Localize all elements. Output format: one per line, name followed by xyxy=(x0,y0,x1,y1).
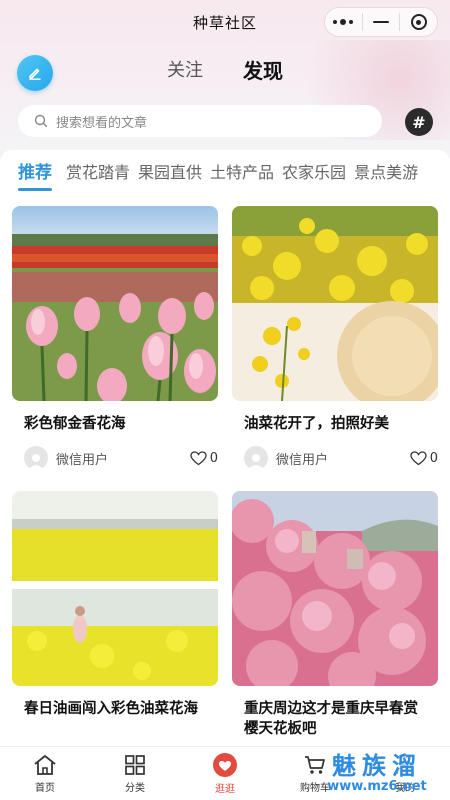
home-icon xyxy=(34,754,56,775)
post-image-cherry-blossom-hill xyxy=(232,491,438,686)
more-dots-icon xyxy=(333,19,354,25)
close-button[interactable] xyxy=(400,8,437,36)
post-meta: 微信用户 0 xyxy=(244,446,438,470)
minimize-icon xyxy=(373,21,389,23)
post-image-rapeseed-field xyxy=(12,491,218,686)
feed-tabs: 关注 发现 xyxy=(0,56,450,86)
post-author: 微信用户 xyxy=(56,452,109,468)
default-user-icon xyxy=(248,454,264,470)
post-image-tulip-field xyxy=(12,206,218,401)
minimize-button[interactable] xyxy=(363,8,400,36)
tab-label: 首页 xyxy=(35,782,55,794)
category-orchard[interactable]: 果园直供 xyxy=(138,161,202,185)
grid-icon xyxy=(125,754,145,775)
search-icon xyxy=(34,114,48,128)
category-scenic[interactable]: 景点美游 xyxy=(354,161,418,185)
like-count: 0 xyxy=(429,450,438,466)
post-author: 微信用户 xyxy=(276,452,329,468)
heart-outline-icon xyxy=(410,450,427,465)
post-card[interactable]: 彩色郁金香花海 微信用户 0 xyxy=(12,206,218,470)
post-title: 彩色郁金香花海 xyxy=(24,416,126,432)
title-bar: 种草社区 xyxy=(0,0,450,44)
topic-hash-button[interactable]: # xyxy=(405,108,433,136)
avatar xyxy=(24,446,48,470)
mini-program-capsule xyxy=(324,7,438,37)
search-placeholder: 搜索想看的文章 xyxy=(56,115,148,131)
tab-label: 逛逛 xyxy=(215,783,235,795)
tab-browse[interactable]: 逛逛 xyxy=(180,747,270,800)
tab-home[interactable]: 首页 xyxy=(0,747,90,800)
category-local-products[interactable]: 土特产品 xyxy=(210,161,274,185)
hash-icon: # xyxy=(412,112,426,132)
like-button[interactable]: 0 xyxy=(190,451,218,466)
search-input[interactable]: 搜索想看的文章 xyxy=(18,105,382,137)
post-card[interactable]: 重庆周边这才是重庆早春赏樱天花板吧 xyxy=(232,491,438,739)
tab-follow[interactable]: 关注 xyxy=(167,56,203,86)
post-card[interactable]: 春日油画闯入彩色油菜花海 xyxy=(12,491,218,719)
post-title: 油菜花开了，拍照好美 xyxy=(244,416,389,432)
post-title: 春日油画闯入彩色油菜花海 xyxy=(24,701,198,717)
default-user-icon xyxy=(28,454,44,470)
post-image-rapeseed-closeup xyxy=(232,206,438,401)
heart-icon xyxy=(213,752,237,777)
close-target-icon xyxy=(410,14,427,30)
tab-discover[interactable]: 发现 xyxy=(243,56,283,86)
heart-outline-icon xyxy=(190,450,207,465)
tab-category[interactable]: 分类 xyxy=(90,747,180,800)
more-button[interactable] xyxy=(325,8,362,36)
avatar xyxy=(244,446,268,470)
category-flowers[interactable]: 赏花踏青 xyxy=(66,161,130,185)
post-meta: 微信用户 0 xyxy=(24,446,218,470)
category-bar: 推荐 赏花踏青 果园直供 土特产品 农家乐园 景点美游 xyxy=(0,150,450,196)
like-button[interactable]: 0 xyxy=(410,451,438,466)
watermark-url: www.mz6.net xyxy=(327,779,427,794)
post-card[interactable]: 油菜花开了，拍照好美 微信用户 0 xyxy=(232,206,438,470)
category-recommend[interactable]: 推荐 xyxy=(18,161,52,191)
like-count: 0 xyxy=(209,450,218,466)
post-feed: 彩色郁金香花海 微信用户 0 油菜花开了，拍照好美 微信用户 0 春日油画闯入彩… xyxy=(0,196,450,746)
app-title: 种草社区 xyxy=(192,13,257,32)
site-watermark: 魅族溜 www.mz6.net xyxy=(312,752,442,796)
post-title: 重庆周边这才是重庆早春赏樱天花板吧 xyxy=(244,701,418,737)
category-farmstay[interactable]: 农家乐园 xyxy=(282,161,346,185)
watermark-title: 魅族溜 xyxy=(332,752,422,780)
tab-label: 分类 xyxy=(125,782,145,794)
